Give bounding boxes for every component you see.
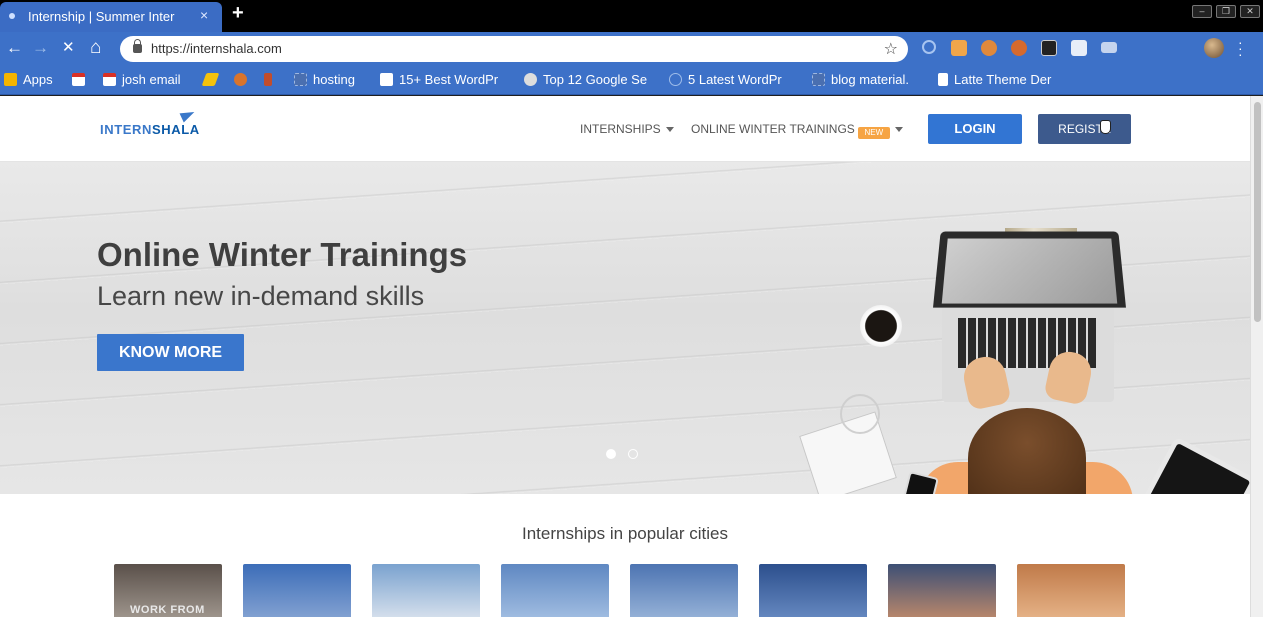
bookmarks-bar: Apps josh email hosting 15+ Best WordPr … bbox=[0, 66, 1263, 95]
stop-loading-button[interactable]: ✕ bbox=[62, 38, 75, 58]
page-scrollbar[interactable] bbox=[1250, 96, 1263, 617]
city-card-work-from-home[interactable]: WORK FROM bbox=[114, 564, 222, 617]
bookmark-latte-theme[interactable]: Latte Theme Der bbox=[938, 72, 1051, 87]
carousel-dot-1[interactable] bbox=[606, 449, 616, 459]
bookmark-hosting[interactable]: hosting bbox=[294, 72, 355, 87]
adsense-icon bbox=[201, 73, 220, 86]
nav-online-winter-trainings[interactable]: ONLINE WINTER TRAININGS NEW bbox=[691, 122, 903, 139]
bookmark-extension[interactable] bbox=[264, 72, 278, 87]
extension-icon[interactable] bbox=[1101, 42, 1117, 53]
bookmark-star-icon[interactable]: ☆ bbox=[884, 39, 898, 59]
carousel-dot-2[interactable] bbox=[628, 449, 638, 459]
city-card-delhi[interactable] bbox=[243, 564, 351, 617]
extension-icon[interactable] bbox=[1041, 40, 1057, 56]
new-tab-button[interactable]: + bbox=[232, 2, 244, 25]
puzzle-icon bbox=[812, 73, 825, 86]
chevron-down-icon bbox=[894, 127, 903, 132]
forward-button[interactable]: → bbox=[32, 38, 49, 58]
profile-avatar[interactable] bbox=[1204, 38, 1224, 58]
address-bar[interactable]: https://internshala.com ☆ bbox=[120, 36, 908, 62]
extension-icon[interactable] bbox=[1071, 40, 1087, 56]
city-card-pune[interactable] bbox=[888, 564, 996, 617]
bookmark-josh-email[interactable]: josh email bbox=[103, 72, 181, 87]
restore-window-button[interactable]: ❐ bbox=[1216, 5, 1236, 18]
chevron-down-icon bbox=[665, 127, 674, 132]
url-text: https://internshala.com bbox=[151, 41, 282, 56]
earphones-illustration bbox=[840, 394, 880, 434]
browser-toolbar: ← → ✕ ⌂ https://internshala.com ☆ · · · bbox=[0, 32, 1263, 66]
login-button[interactable]: LOGIN bbox=[928, 114, 1022, 144]
home-button[interactable]: ⌂ bbox=[90, 38, 101, 58]
new-badge: NEW bbox=[857, 127, 890, 139]
gmail-icon bbox=[103, 73, 116, 86]
back-button[interactable]: ← bbox=[6, 38, 23, 58]
city-card-chennai[interactable] bbox=[759, 564, 867, 617]
bookmark-icon bbox=[380, 73, 393, 86]
paper-plane-icon bbox=[179, 107, 197, 123]
extension-icon bbox=[264, 73, 272, 86]
nav-internships[interactable]: INTERNSHIPS bbox=[580, 122, 674, 136]
hero-subtitle: Learn new in-demand skills bbox=[97, 281, 425, 311]
bookmark-apps[interactable]: Apps bbox=[4, 72, 53, 87]
hero-title: Online Winter Trainings bbox=[97, 236, 468, 273]
city-card-caption: WORK FROM bbox=[130, 604, 205, 616]
apps-grid-icon bbox=[4, 73, 17, 86]
tab-close-icon[interactable]: × bbox=[200, 7, 208, 23]
bookmark-blog-material[interactable]: blog material. bbox=[812, 72, 909, 87]
bookmark-extension[interactable] bbox=[234, 72, 253, 87]
city-card-bangalore[interactable] bbox=[372, 564, 480, 617]
extension-icon bbox=[234, 73, 247, 86]
scrollbar-thumb[interactable] bbox=[1254, 102, 1261, 322]
know-more-button[interactable]: KNOW MORE bbox=[97, 334, 244, 371]
mouse-cursor-icon bbox=[1100, 120, 1111, 134]
extension-icon[interactable] bbox=[981, 40, 997, 56]
extension-icon[interactable] bbox=[951, 40, 967, 56]
browser-title-bar: Internship | Summer Inter × + – ❐ ✕ bbox=[0, 0, 1263, 32]
close-window-button[interactable]: ✕ bbox=[1240, 5, 1260, 18]
gmail-icon bbox=[72, 73, 85, 86]
register-button[interactable]: REGISTE bbox=[1038, 114, 1131, 144]
hero-banner: Online Winter Trainings Learn new in-dem… bbox=[0, 162, 1250, 494]
page-icon bbox=[938, 73, 948, 86]
bookmark-gmail[interactable] bbox=[72, 72, 91, 87]
bookmark-latest-wordpress[interactable]: 5 Latest WordPr bbox=[669, 72, 782, 87]
extension-icon[interactable] bbox=[922, 40, 936, 54]
globe-icon bbox=[669, 73, 682, 86]
bookmark-adsense[interactable] bbox=[201, 72, 223, 87]
puzzle-icon bbox=[294, 73, 307, 86]
browser-menu-icon[interactable]: · · · bbox=[1238, 35, 1243, 61]
bookmark-best-wordpress[interactable]: 15+ Best WordPr bbox=[380, 72, 498, 87]
browser-tab-internshala[interactable]: Internship | Summer Inter × bbox=[0, 2, 222, 32]
webpage: INTERNSHALA INTERNSHIPS ONLINE WINTER TR… bbox=[0, 96, 1250, 617]
internshala-logo[interactable]: INTERNSHALA bbox=[100, 122, 200, 137]
city-card-mumbai[interactable] bbox=[501, 564, 609, 617]
minimize-window-button[interactable]: – bbox=[1192, 5, 1212, 18]
favicon-icon bbox=[9, 13, 15, 19]
city-card-hyderabad[interactable] bbox=[630, 564, 738, 617]
coffee-cup-illustration bbox=[860, 305, 902, 347]
bookmark-top-google[interactable]: Top 12 Google Se bbox=[524, 72, 647, 87]
extension-icon[interactable] bbox=[1011, 40, 1027, 56]
city-card-kolkata[interactable] bbox=[1017, 564, 1125, 617]
laptop-screen-illustration bbox=[933, 231, 1126, 308]
lock-icon bbox=[133, 39, 142, 53]
site-header: INTERNSHALA INTERNSHIPS ONLINE WINTER TR… bbox=[0, 96, 1250, 162]
tab-title: Internship | Summer Inter bbox=[28, 9, 175, 24]
popular-cities-heading: Internships in popular cities bbox=[521, 524, 728, 543]
globe-icon bbox=[524, 73, 537, 86]
